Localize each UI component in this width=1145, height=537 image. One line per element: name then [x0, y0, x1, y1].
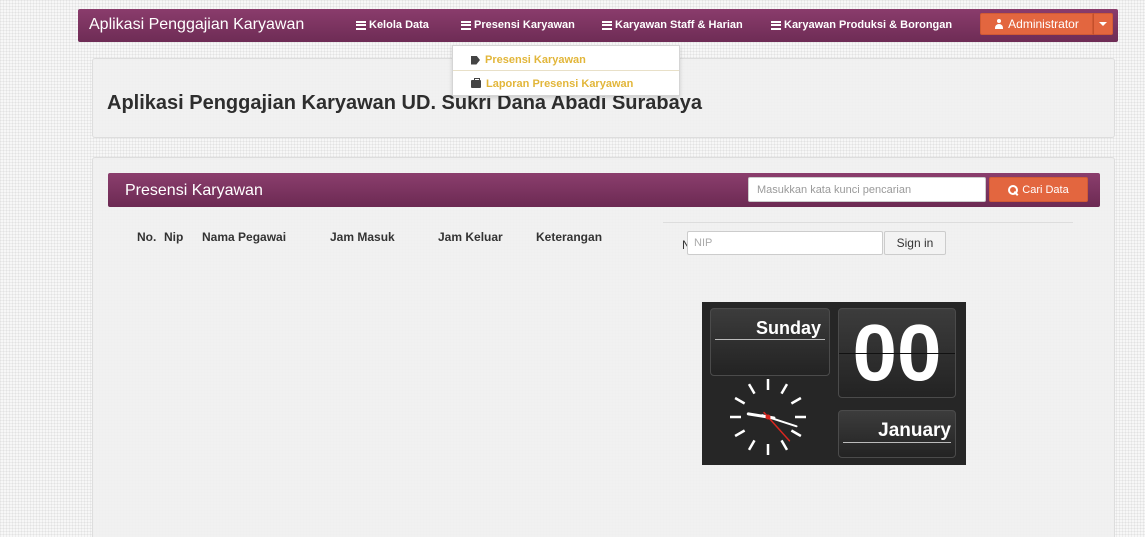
nav-karyawan-staff-harian-label: Karyawan Staff & Harian: [615, 19, 743, 31]
menu-item-laporan-presensi-label: Laporan Presensi Karyawan: [486, 78, 634, 90]
column-header-jam-keluar: Jam Keluar: [438, 230, 503, 244]
app-brand[interactable]: Aplikasi Penggajian Karyawan: [89, 16, 304, 34]
administrator-dropdown-toggle[interactable]: [1093, 13, 1113, 35]
list-icon: [771, 20, 781, 30]
user-icon: [994, 19, 1004, 29]
nav-presensi-karyawan-label: Presensi Karyawan: [474, 19, 575, 31]
clock-center-pin: [765, 414, 771, 420]
flip-seam: [843, 442, 951, 443]
date-flip-card: 00: [838, 308, 956, 398]
caret-down-icon: [1099, 22, 1107, 26]
clock-tick: [734, 429, 746, 438]
clock-month: January: [878, 420, 951, 441]
search-button[interactable]: Cari Data: [989, 177, 1088, 202]
search-button-label: Cari Data: [1022, 183, 1069, 196]
day-flip-card: Sunday: [710, 308, 830, 376]
sign-in-button[interactable]: Sign in: [884, 231, 946, 255]
column-header-nip: Nip: [164, 230, 184, 244]
clock-tick: [734, 396, 746, 405]
menu-item-presensi-karyawan[interactable]: Presensi Karyawan: [471, 54, 586, 66]
clock-tick: [747, 383, 756, 395]
clock-tick: [780, 439, 789, 451]
tag-icon: [471, 55, 480, 65]
nip-input[interactable]: [687, 231, 883, 255]
clock-tick: [780, 383, 789, 395]
divider: [663, 222, 1073, 223]
list-icon: [602, 20, 612, 30]
nav-presensi-karyawan[interactable]: Presensi Karyawan: [461, 19, 575, 31]
nav-kelola-data[interactable]: Kelola Data: [356, 19, 429, 31]
month-flip-card: January: [838, 410, 956, 458]
column-header-keterangan: Keterangan: [536, 230, 603, 244]
clock-tick: [790, 396, 802, 405]
list-icon: [461, 20, 471, 30]
section-header-bar: Presensi Karyawan Cari Data: [108, 173, 1100, 207]
menu-item-presensi-karyawan-label: Presensi Karyawan: [485, 54, 586, 66]
clock-widget: Sunday 00 January: [702, 302, 966, 465]
nav-karyawan-produksi-borongan[interactable]: Karyawan Produksi & Borongan: [771, 19, 952, 31]
briefcase-icon: [471, 78, 481, 88]
flip-seam: [839, 353, 955, 354]
column-header-nama-pegawai: Nama Pegawai: [202, 230, 287, 244]
menu-item-laporan-presensi[interactable]: Laporan Presensi Karyawan: [471, 78, 633, 90]
column-header-no: No.: [137, 230, 157, 244]
clock-tick: [747, 439, 756, 451]
analog-clock: [730, 379, 806, 455]
search-icon: [1008, 184, 1019, 195]
presensi-dropdown-menu: Presensi Karyawan Laporan Presensi Karya…: [452, 45, 680, 96]
flip-seam: [715, 339, 825, 340]
list-icon: [356, 20, 366, 30]
top-navbar: Aplikasi Penggajian Karyawan Kelola Data…: [78, 9, 1118, 42]
clock-day: Sunday: [755, 318, 821, 338]
nav-karyawan-produksi-borongan-label: Karyawan Produksi & Borongan: [784, 19, 953, 31]
column-header-jam-masuk: Jam Masuk: [330, 230, 395, 244]
search-input[interactable]: [748, 177, 986, 202]
administrator-label: Administrator: [1008, 17, 1079, 31]
nav-karyawan-staff-harian[interactable]: Karyawan Staff & Harian: [602, 19, 743, 31]
nav-kelola-data-label: Kelola Data: [369, 19, 429, 31]
section-title: Presensi Karyawan: [125, 182, 263, 199]
clock-tick: [790, 429, 802, 438]
administrator-button[interactable]: Administrator: [980, 13, 1093, 35]
menu-divider: [453, 70, 679, 71]
